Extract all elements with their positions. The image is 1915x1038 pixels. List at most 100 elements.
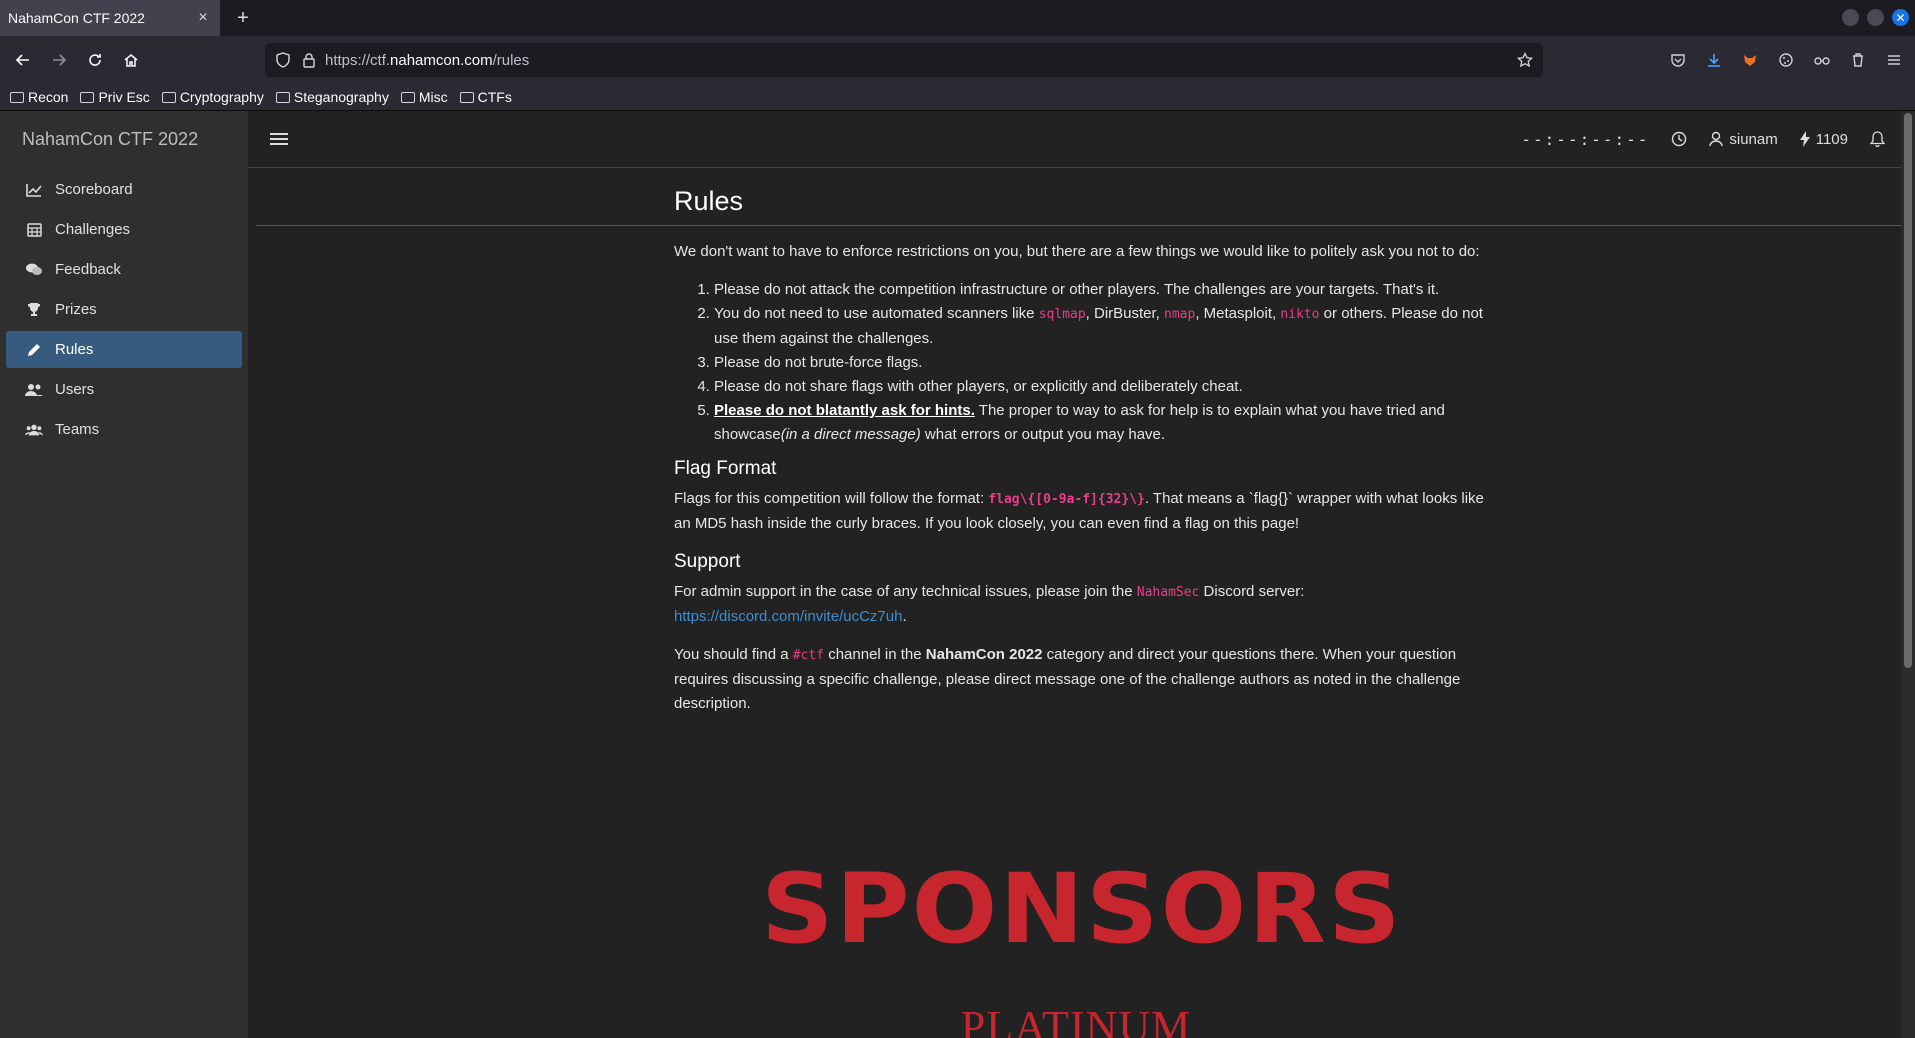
close-window-button[interactable]: ✕	[1892, 9, 1909, 26]
sponsors-heading: SPONSORS	[761, 853, 1403, 965]
page-title: Rules	[674, 186, 744, 216]
tab-title: NahamCon CTF 2022	[8, 10, 145, 26]
list-item: Please do not blatantly ask for hints. T…	[714, 399, 1484, 447]
foxyproxy-icon[interactable]	[1739, 49, 1761, 71]
support-heading: Support	[674, 551, 741, 572]
back-arrow-icon	[15, 54, 29, 66]
site-brand[interactable]: NahamCon CTF 2022	[0, 111, 248, 168]
sidebar-item-users[interactable]: Users	[6, 371, 242, 408]
list-item: Please do not share flags with other pla…	[714, 375, 1484, 399]
intro-text: We don't want to have to enforce restric…	[674, 243, 1480, 260]
page-title-row: Rules	[256, 168, 1901, 226]
sidebar-item-teams[interactable]: Teams	[6, 411, 242, 448]
home-icon	[124, 54, 138, 67]
shield-icon[interactable]	[275, 52, 291, 68]
trash-icon[interactable]	[1847, 49, 1869, 71]
forward-button[interactable]	[44, 45, 74, 75]
code-nmap: nmap	[1164, 307, 1196, 322]
sidebar-item-rules[interactable]: Rules	[6, 331, 242, 368]
reload-button[interactable]	[80, 45, 110, 75]
rules-list: Please do not attack the competition inf…	[714, 278, 1484, 447]
bookmark-folder[interactable]: Cryptography	[161, 89, 264, 105]
bookmark-folder[interactable]: Priv Esc	[80, 89, 150, 105]
extension-icons	[1667, 49, 1905, 71]
forward-arrow-icon	[53, 54, 67, 66]
users-icon	[25, 421, 43, 439]
bell-icon[interactable]	[1870, 131, 1885, 147]
bookmark-label: Misc	[418, 89, 448, 105]
top-bar: --:--:--:-- siunam 1109	[248, 111, 1915, 168]
flag-format-text: Flags for this competition will follow t…	[674, 487, 1484, 536]
hamburger-menu-icon[interactable]	[270, 130, 288, 148]
glasses-icon[interactable]	[1811, 49, 1833, 71]
url-domain: nahamcon.com	[390, 51, 493, 69]
clock-icon[interactable]	[1671, 131, 1687, 147]
page-scrollbar[interactable]	[1901, 111, 1915, 1038]
comments-icon	[25, 261, 43, 279]
flag-regex: flag\{[0-9a-f]{32}\}	[988, 492, 1145, 507]
user-menu[interactable]: siunam	[1709, 131, 1778, 148]
bolt-icon	[1799, 131, 1810, 147]
points-value: 1109	[1815, 130, 1848, 148]
rules-body: We don't want to have to enforce restric…	[674, 240, 1484, 730]
bookmark-label: CTFs	[477, 89, 512, 105]
download-icon[interactable]	[1703, 49, 1725, 71]
list-item: Please do not brute-force flags.	[714, 351, 1484, 375]
sidebar-item-label: Teams	[55, 421, 100, 438]
back-button[interactable]	[8, 45, 38, 75]
folder-icon	[275, 91, 290, 103]
flag-text: Flags for this competition will follow t…	[674, 490, 989, 507]
window-controls: ✕	[1842, 9, 1909, 26]
hints-warning: Please do not blatantly ask for hints.	[714, 402, 975, 419]
folder-icon	[80, 91, 95, 103]
rule-emphasis: (in a direct message)	[780, 426, 921, 443]
close-tab-icon[interactable]: ×	[194, 9, 212, 27]
calendar-icon	[25, 221, 43, 239]
code-ctf-channel: #ctf	[792, 648, 825, 663]
user-group-icon	[25, 381, 43, 399]
browser-tab[interactable]: NahamCon CTF 2022 ×	[0, 0, 220, 36]
sidebar-item-prizes[interactable]: Prizes	[6, 291, 242, 328]
code-nahamsec: NahamSec	[1136, 585, 1200, 600]
user-icon	[1709, 131, 1724, 147]
pocket-icon[interactable]	[1667, 49, 1689, 71]
code-sqlmap: sqlmap	[1038, 307, 1086, 322]
discord-link[interactable]: https://discord.com/invite/ucCz7uh	[674, 608, 902, 625]
minimize-button[interactable]	[1842, 9, 1859, 26]
channel-text: You should find a #ctf channel in the Na…	[674, 643, 1484, 716]
url-text[interactable]: https://ctf.nahamcon.com/rules	[325, 52, 1517, 69]
maximize-button[interactable]	[1867, 9, 1884, 26]
url-bar[interactable]: https://ctf.nahamcon.com/rules	[265, 43, 1543, 77]
folder-icon	[161, 91, 176, 103]
bookmark-folder[interactable]: Steganography	[275, 89, 389, 105]
rule-text: , Metasploit,	[1195, 305, 1281, 322]
bookmark-folder[interactable]: Misc	[400, 89, 448, 105]
bookmark-folder[interactable]: Recon	[10, 89, 68, 105]
cookie-icon[interactable]	[1775, 49, 1797, 71]
bookmark-star-icon[interactable]	[1517, 52, 1533, 68]
support-text: For admin support in the case of any tec…	[674, 580, 1484, 629]
new-tab-button[interactable]: +	[228, 3, 258, 33]
bookmark-label: Cryptography	[179, 89, 264, 105]
pencil-icon	[25, 341, 43, 359]
category-name: NahamCon 2022	[925, 646, 1043, 663]
countdown-timer: --:--:--:--	[1521, 129, 1650, 149]
folder-icon	[10, 91, 24, 103]
bookmark-folder[interactable]: CTFs	[459, 89, 512, 105]
channel-text-part: channel in the	[824, 646, 926, 663]
support-text-part: For admin support in the case of any tec…	[674, 583, 1137, 600]
flag-format-heading: Flag Format	[674, 458, 777, 479]
sidebar-item-feedback[interactable]: Feedback	[6, 251, 242, 288]
bookmark-label: Recon	[28, 89, 69, 105]
topbar-right: --:--:--:-- siunam 1109	[1521, 130, 1885, 149]
bookmarks-bar: Recon Priv Esc Cryptography Steganograph…	[0, 84, 1915, 111]
sidebar: NahamCon CTF 2022 Scoreboard Challenges …	[0, 111, 248, 1038]
points-display[interactable]: 1109	[1799, 130, 1848, 148]
lock-icon[interactable]	[301, 52, 317, 68]
menu-icon[interactable]	[1883, 49, 1905, 71]
home-button[interactable]	[116, 45, 146, 75]
rule-text: You do not need to use automated scanner…	[714, 305, 1039, 322]
scrollbar-thumb[interactable]	[1904, 113, 1912, 668]
sidebar-item-challenges[interactable]: Challenges	[6, 211, 242, 248]
sidebar-item-scoreboard[interactable]: Scoreboard	[6, 171, 242, 208]
